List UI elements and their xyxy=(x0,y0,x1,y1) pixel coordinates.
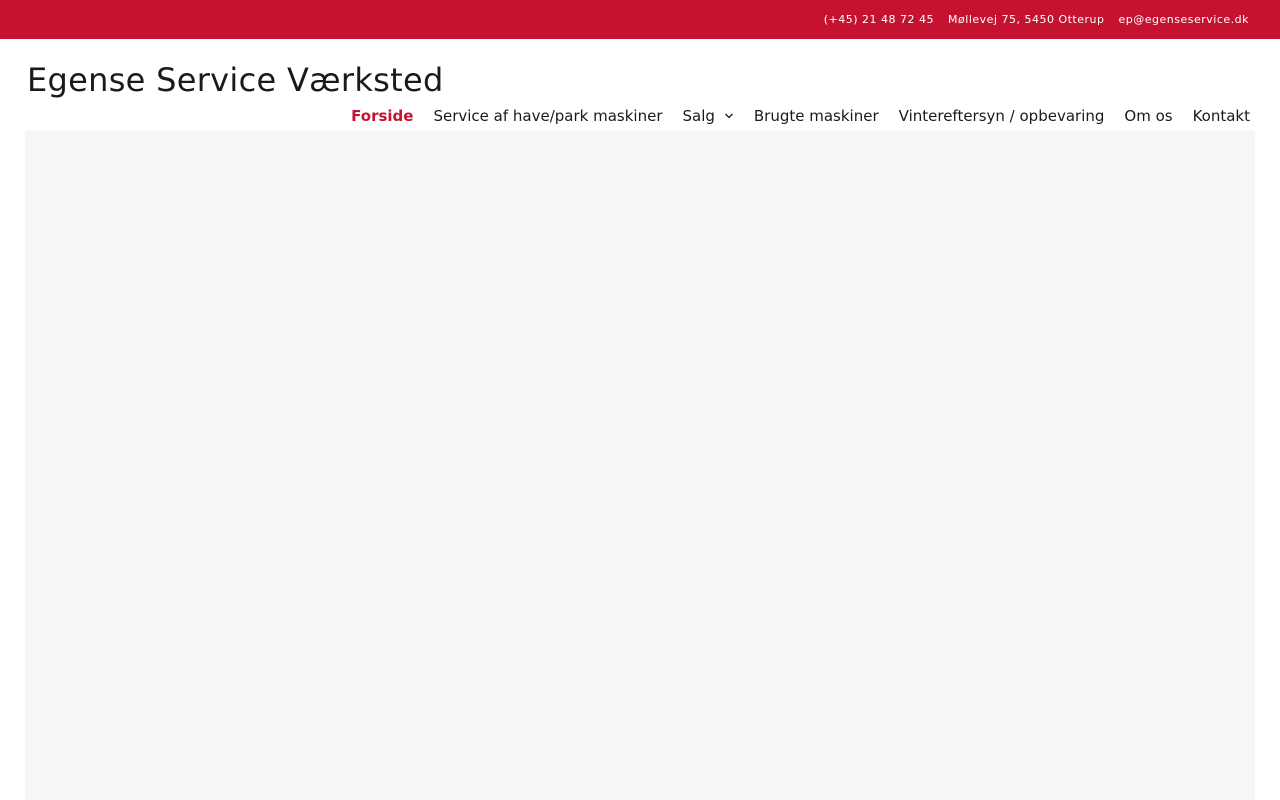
nav-item-label: Om os xyxy=(1124,107,1173,125)
top-bar: (+45) 21 48 72 45 Møllevej 75, 5450 Otte… xyxy=(0,0,1280,39)
nav-item-service[interactable]: Service af have/park maskiner xyxy=(433,107,662,125)
nav-item-label: Brugte maskiner xyxy=(753,107,879,125)
nav-item-label: Kontakt xyxy=(1192,107,1250,125)
nav-item-salg[interactable]: Salg xyxy=(682,107,733,125)
main-navigation: Forside Service af have/park maskiner Sa… xyxy=(351,104,1250,128)
site-title[interactable]: Egense Service Værksted xyxy=(27,58,444,102)
address-text: Møllevej 75, 5450 Otterup xyxy=(948,13,1105,26)
chevron-down-icon xyxy=(724,113,733,119)
nav-item-label: Vintereftersyn / opbevaring xyxy=(898,107,1105,125)
nav-item-kontakt[interactable]: Kontakt xyxy=(1193,107,1250,125)
nav-item-label: Salg xyxy=(682,107,715,125)
hero-image-area xyxy=(25,131,1255,800)
nav-item-om-os[interactable]: Om os xyxy=(1124,107,1172,125)
nav-item-brugte-maskiner[interactable]: Brugte maskiner xyxy=(754,107,879,125)
nav-item-vintereftersyn[interactable]: Vintereftersyn / opbevaring xyxy=(899,107,1105,125)
nav-item-forside[interactable]: Forside xyxy=(351,107,413,125)
email-link[interactable]: ep@egenseservice.dk xyxy=(1119,13,1250,26)
nav-item-label: Forside xyxy=(351,107,414,125)
nav-item-label: Service af have/park maskiner xyxy=(433,107,663,125)
phone-link[interactable]: (+45) 21 48 72 45 xyxy=(824,13,934,26)
contact-info: (+45) 21 48 72 45 Møllevej 75, 5450 Otte… xyxy=(824,0,1249,39)
